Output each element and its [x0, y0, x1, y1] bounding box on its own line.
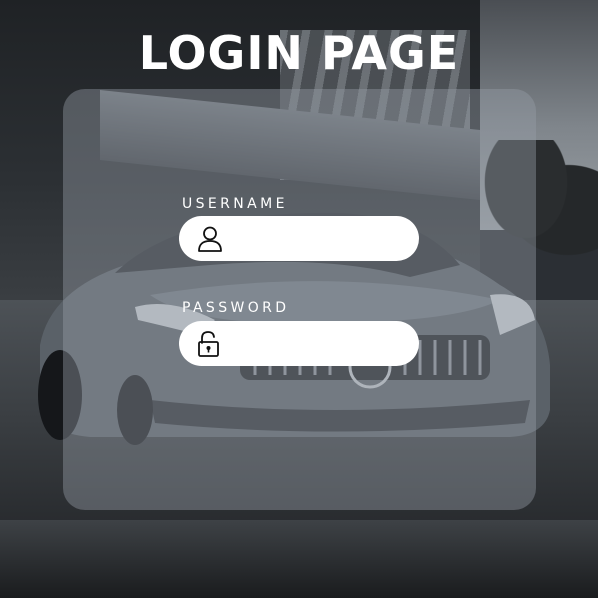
unlocked-padlock-icon	[198, 330, 219, 357]
user-icon	[198, 226, 222, 252]
username-label: USERNAME	[182, 196, 288, 212]
username-input[interactable]	[233, 217, 431, 260]
page-title: LOGIN PAGE	[138, 26, 460, 80]
password-field[interactable]	[179, 321, 431, 366]
password-label: PASSWORD	[182, 300, 290, 316]
road	[0, 520, 598, 598]
username-field[interactable]	[179, 216, 431, 261]
password-input[interactable]	[233, 322, 431, 365]
login-card	[63, 89, 536, 510]
